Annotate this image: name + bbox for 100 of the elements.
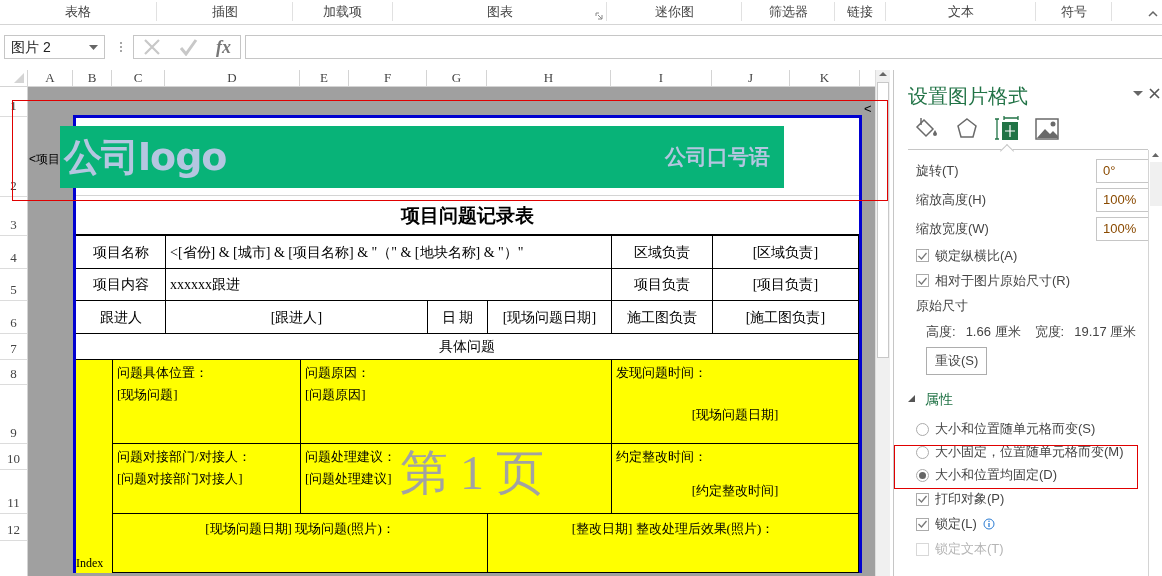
cell-label: 问题具体位置： <box>117 364 209 382</box>
row-header[interactable]: 11 <box>0 470 27 514</box>
section-label: 原始尺寸 <box>916 297 969 315</box>
ribbon-group-label: 加载项 <box>323 2 362 21</box>
row-header[interactable]: 8 <box>0 360 27 385</box>
row-header[interactable]: 12 <box>0 514 27 541</box>
pane-scrollbar[interactable] <box>1148 150 1162 576</box>
picture-icon <box>1034 116 1060 142</box>
format-tab[interactable] <box>1034 116 1060 142</box>
logo-text: 公司logo <box>64 133 227 181</box>
cell-label: 问题处理建议： <box>305 448 397 466</box>
info-icon[interactable] <box>982 518 995 530</box>
form-title: 项目问题记录表 <box>76 196 859 236</box>
ribbon-group-label: 文本 <box>947 2 974 21</box>
row-header[interactable]: 4 <box>0 236 27 269</box>
field-label: 旋转(T) <box>916 161 959 180</box>
dropdown-icon[interactable] <box>1133 91 1143 96</box>
table-cell: [现场问题日期] <box>488 301 612 334</box>
checkbox[interactable] <box>916 274 929 287</box>
scrollbar-thumb[interactable] <box>877 82 889 358</box>
cell-label: 发现问题时间： <box>616 364 708 382</box>
formula-input[interactable] <box>245 35 1162 59</box>
reset-button[interactable]: 重设(S) <box>926 347 988 375</box>
cell-value: [约定整改时间] <box>691 481 779 500</box>
row-header[interactable]: 1 <box>0 87 27 117</box>
column-header[interactable]: I <box>611 70 712 86</box>
table-cell: 项目内容 <box>76 269 166 301</box>
cell-value: [现场问题日期] <box>691 405 779 424</box>
checkmark-icon <box>917 275 928 286</box>
ribbon-group-label: 插图 <box>211 2 238 21</box>
table-cell-text: [现场问题日期] 现场问题(照片)： <box>205 520 395 538</box>
caret-icon <box>89 44 98 50</box>
column-header[interactable]: E <box>300 70 349 86</box>
name-box[interactable]: 图片 2 <box>4 35 105 59</box>
row-header[interactable]: 6 <box>0 301 27 334</box>
radio-label: 大小和位置均固定(D) <box>935 466 1058 485</box>
ribbon-group-label: 筛选器 <box>768 2 808 21</box>
scroll-up-icon[interactable] <box>1151 152 1160 158</box>
insert-function-button[interactable]: fx <box>216 38 231 56</box>
checkmark-icon <box>917 519 928 529</box>
column-header[interactable]: D <box>165 70 300 86</box>
row-header[interactable]: 10 <box>0 444 27 470</box>
ribbon-group-label: 表格 <box>65 2 91 21</box>
page-number-label: 第 1 页 <box>400 447 544 500</box>
row-header[interactable]: 7 <box>0 334 27 360</box>
overflow-text: < <box>864 100 872 118</box>
row-header[interactable]: 5 <box>0 269 27 301</box>
collapse-ribbon-icon[interactable] <box>1148 10 1158 17</box>
table-cell: 项目名称 <box>76 236 166 269</box>
pane-title: 设置图片格式 <box>908 84 1028 108</box>
cell-value: [现场问题] <box>117 385 178 404</box>
size-value: 19.17 厘米 <box>1074 322 1137 341</box>
checkbox-label: 相对于图片原始尺寸(R) <box>935 271 1071 290</box>
checkbox[interactable] <box>916 517 929 531</box>
table-cell: <[省份] & [城市] & [项目名称] & "（" & [地块名称] & "）" <box>166 236 612 269</box>
ribbon-group-label: 链接 <box>847 2 873 21</box>
column-header[interactable]: J <box>712 70 790 86</box>
column-header[interactable]: H <box>487 70 611 86</box>
column-header[interactable]: K <box>790 70 860 86</box>
column-header[interactable]: G <box>427 70 487 86</box>
grip-icon <box>119 41 123 53</box>
section-heading[interactable]: 属性 <box>925 388 953 410</box>
table-cell: 跟进人 <box>76 301 166 334</box>
checkbox-label: 锁定文本(T) <box>935 540 1004 559</box>
table-cell: [施工图负责] <box>713 301 859 334</box>
overflow-text: <项目 <box>29 151 60 168</box>
table-cell: [跟进人] <box>166 301 428 334</box>
radio-label: 大小和位置随单元格而变(S) <box>935 420 1096 439</box>
value-field[interactable]: 100% <box>1096 216 1148 241</box>
value-field[interactable]: 100% <box>1096 187 1148 212</box>
checkbox[interactable] <box>916 492 929 506</box>
size-label: 高度: <box>926 322 956 341</box>
collapse-triangle-icon[interactable] <box>908 395 915 403</box>
dialog-launcher-icon[interactable] <box>595 12 603 20</box>
column-header[interactable]: B <box>73 70 112 86</box>
field-label: 缩放宽度(W) <box>916 219 989 238</box>
ribbon-group-label: 迷你图 <box>654 2 694 21</box>
row-header[interactable]: 9 <box>0 385 27 444</box>
close-icon[interactable] <box>1149 88 1160 99</box>
column-header[interactable]: C <box>112 70 165 86</box>
value-field[interactable]: 0° <box>1096 158 1148 183</box>
row-header[interactable]: 3 <box>0 197 27 236</box>
column-header[interactable]: F <box>349 70 427 86</box>
scrollbar-thumb[interactable] <box>1149 162 1162 206</box>
table-cell-text: Index <box>76 555 104 572</box>
column-header[interactable]: A <box>28 70 73 86</box>
table-cell: xxxxxx跟进 <box>166 269 612 301</box>
cell-value: [问题对接部门对接人] <box>117 469 243 488</box>
checkmark-icon <box>917 494 928 504</box>
ribbon-group-label: 符号 <box>1060 2 1087 21</box>
size-properties-icon <box>994 116 1020 142</box>
check-icon[interactable] <box>179 38 198 56</box>
vertical-scrollbar[interactable] <box>875 70 890 576</box>
table-cell: 施工图负责 <box>612 301 713 334</box>
table-cell: [项目负责] <box>713 269 859 301</box>
cell-label: 问题对接部门/对接人： <box>117 448 252 466</box>
table-cell: 区域负责 <box>612 236 713 269</box>
checkbox-label: 锁定(L) <box>935 515 977 534</box>
checkbox[interactable] <box>916 249 929 262</box>
scroll-up-icon[interactable] <box>878 70 888 78</box>
